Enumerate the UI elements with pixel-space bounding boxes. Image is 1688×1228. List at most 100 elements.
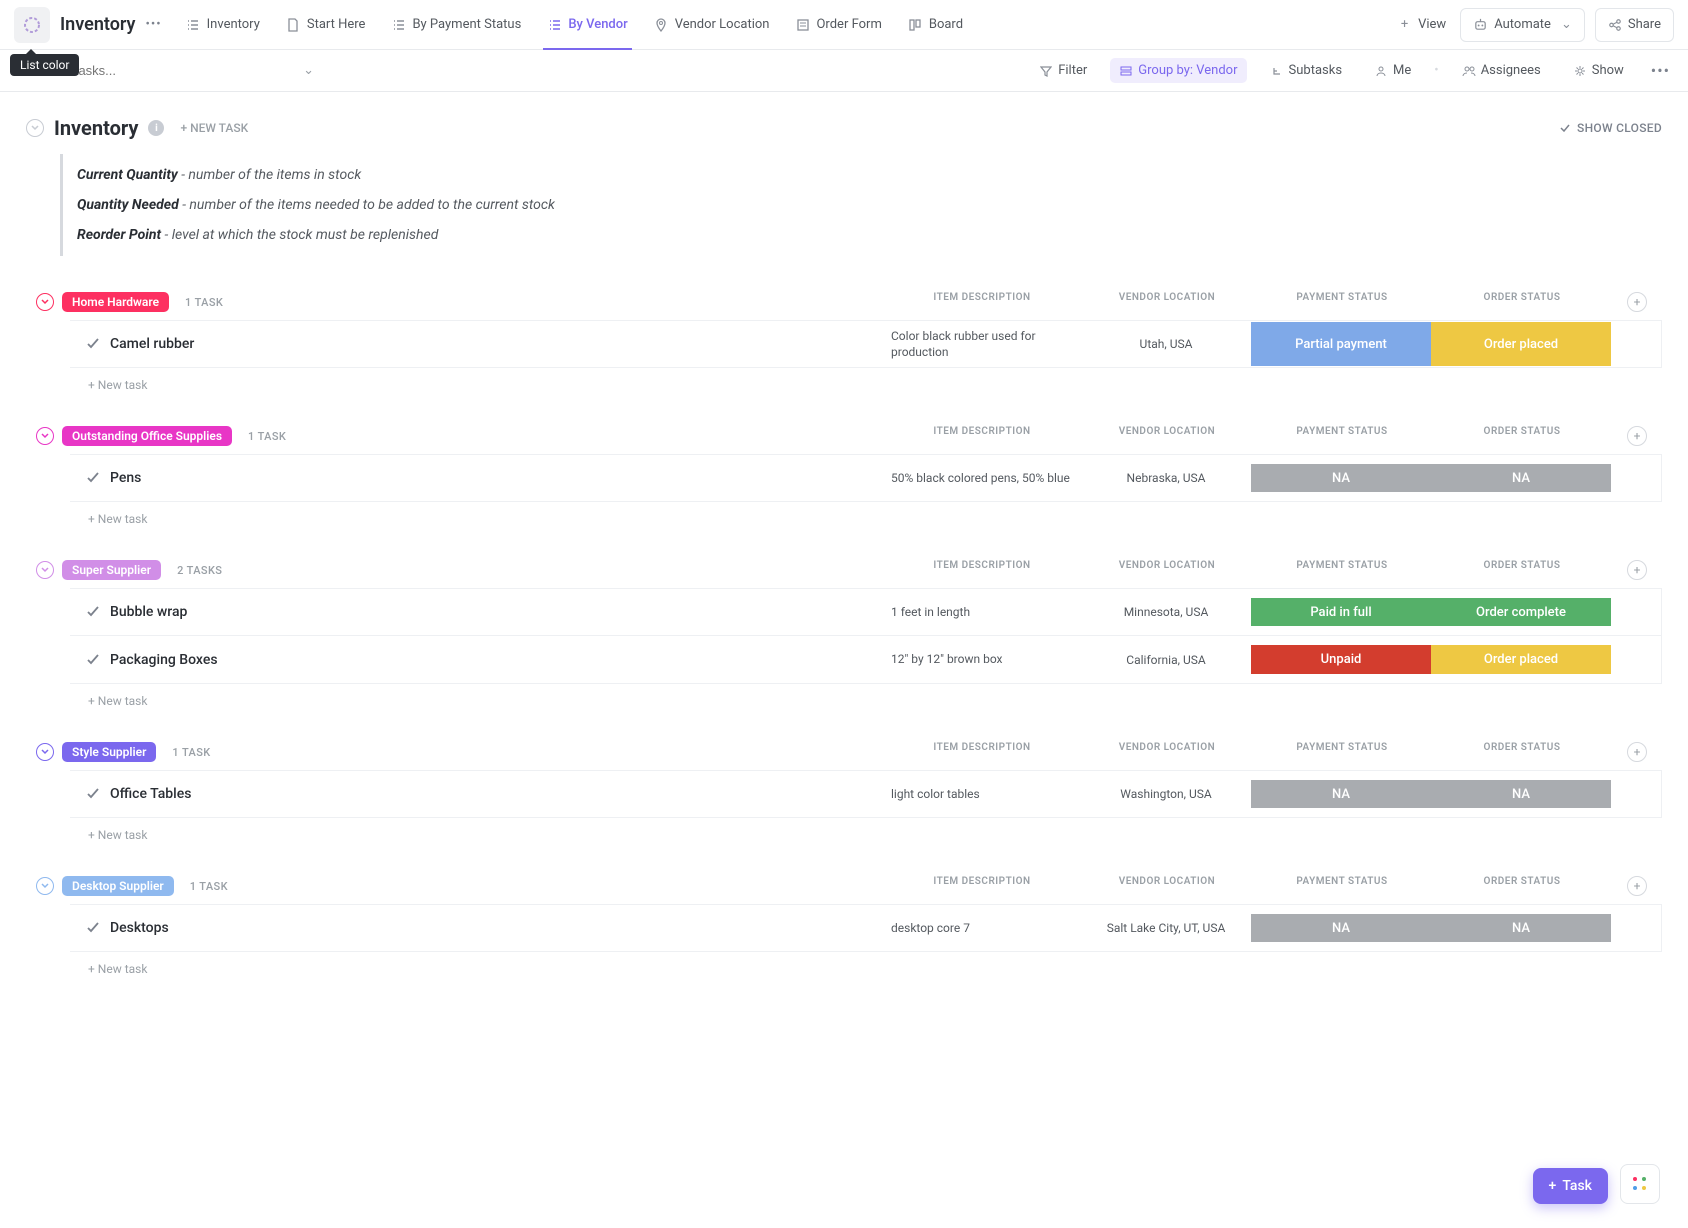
col-header-ord[interactable]: ORDER STATUS: [1432, 876, 1612, 896]
task-row[interactable]: Pens 50% black colored pens, 50% blue Ne…: [70, 454, 1662, 502]
view-tab-vendor-location[interactable]: Vendor Location: [642, 0, 782, 50]
group-name-pill[interactable]: Home Hardware: [62, 292, 169, 312]
assignees-button[interactable]: Assignees: [1453, 58, 1550, 83]
group-by-button[interactable]: Group by: Vendor: [1110, 58, 1246, 83]
col-header-loc[interactable]: VENDOR LOCATION: [1082, 560, 1252, 580]
group-name-pill[interactable]: Style Supplier: [62, 742, 156, 762]
search-input[interactable]: [64, 63, 224, 78]
list-more-button[interactable]: •••: [141, 13, 165, 36]
cell-payment-status[interactable]: NA: [1251, 914, 1431, 942]
cell-order-status[interactable]: Order complete: [1431, 598, 1611, 626]
cell-description[interactable]: light color tables: [881, 780, 1081, 808]
col-header-ord[interactable]: ORDER STATUS: [1432, 742, 1612, 762]
col-header-ord[interactable]: ORDER STATUS: [1432, 426, 1612, 446]
cell-location[interactable]: Washington, USA: [1081, 780, 1251, 808]
new-task-fab[interactable]: + Task: [1533, 1168, 1608, 1204]
cell-payment-status[interactable]: NA: [1251, 464, 1431, 492]
col-header-pay[interactable]: PAYMENT STATUS: [1252, 742, 1432, 762]
collapse-list-button[interactable]: [26, 119, 44, 137]
new-task-button[interactable]: + New task: [78, 952, 1662, 980]
task-row[interactable]: Office Tables light color tables Washing…: [70, 770, 1662, 818]
group-collapse-button[interactable]: [36, 293, 54, 311]
cell-location[interactable]: Salt Lake City, UT, USA: [1081, 914, 1251, 942]
cell-location[interactable]: Utah, USA: [1081, 322, 1251, 366]
cell-payment-status[interactable]: NA: [1251, 780, 1431, 808]
cell-order-status[interactable]: Order placed: [1431, 322, 1611, 366]
cell-description[interactable]: desktop core 7: [881, 914, 1081, 942]
view-tab-order-form[interactable]: Order Form: [783, 0, 893, 50]
cell-spacer: [1611, 914, 1661, 942]
add-column-button[interactable]: +: [1627, 426, 1647, 446]
cell-location[interactable]: Nebraska, USA: [1081, 464, 1251, 492]
cell-payment-status[interactable]: Paid in full: [1251, 598, 1431, 626]
view-tab-by-vendor[interactable]: By Vendor: [535, 0, 639, 50]
list-icon-box[interactable]: [14, 7, 50, 43]
cell-location[interactable]: Minnesota, USA: [1081, 598, 1251, 626]
col-header-desc[interactable]: ITEM DESCRIPTION: [882, 426, 1082, 446]
cell-payment-status[interactable]: Partial payment: [1251, 322, 1431, 366]
show-closed-button[interactable]: SHOW CLOSED: [1559, 121, 1662, 135]
group-collapse-button[interactable]: [36, 877, 54, 895]
toolbar-more-button[interactable]: •••: [1647, 57, 1674, 84]
group-name-pill[interactable]: Outstanding Office Supplies: [62, 426, 232, 446]
new-task-button[interactable]: + New task: [78, 368, 1662, 396]
new-task-button[interactable]: + New task: [78, 502, 1662, 530]
group-collapse-button[interactable]: [36, 743, 54, 761]
group-collapse-button[interactable]: [36, 427, 54, 445]
cell-description[interactable]: 50% black colored pens, 50% blue: [881, 464, 1081, 492]
new-task-button[interactable]: + New task: [78, 684, 1662, 712]
subtasks-button[interactable]: Subtasks: [1261, 58, 1352, 83]
filter-button[interactable]: Filter: [1030, 58, 1096, 83]
group-name-pill[interactable]: Desktop Supplier: [62, 876, 174, 896]
col-header-desc[interactable]: ITEM DESCRIPTION: [882, 742, 1082, 762]
chevron-down-icon[interactable]: ⌄: [303, 63, 314, 78]
add-column-button[interactable]: +: [1627, 876, 1647, 896]
col-header-desc[interactable]: ITEM DESCRIPTION: [882, 292, 1082, 312]
cell-order-status[interactable]: Order placed: [1431, 645, 1611, 673]
cell-payment-status[interactable]: Unpaid: [1251, 645, 1431, 673]
cell-order-status[interactable]: NA: [1431, 464, 1611, 492]
col-header-pay[interactable]: PAYMENT STATUS: [1252, 560, 1432, 580]
task-row[interactable]: Packaging Boxes 12" by 12" brown box Cal…: [70, 636, 1662, 684]
cell-description[interactable]: Color black rubber used for production: [881, 322, 1081, 366]
cell-order-status[interactable]: NA: [1431, 780, 1611, 808]
apps-fab[interactable]: [1620, 1164, 1660, 1204]
task-row[interactable]: Desktops desktop core 7 Salt Lake City, …: [70, 904, 1662, 952]
view-tab-board[interactable]: Board: [896, 0, 975, 50]
new-task-button[interactable]: + New task: [78, 818, 1662, 846]
add-column-button[interactable]: +: [1627, 742, 1647, 762]
col-header-ord[interactable]: ORDER STATUS: [1432, 560, 1612, 580]
col-header-loc[interactable]: VENDOR LOCATION: [1082, 876, 1252, 896]
col-header-desc[interactable]: ITEM DESCRIPTION: [882, 876, 1082, 896]
cell-description[interactable]: 1 feet in length: [881, 598, 1081, 626]
col-header-ord[interactable]: ORDER STATUS: [1432, 292, 1612, 312]
new-task-header-button[interactable]: + NEW TASK: [180, 121, 248, 135]
view-tab-inventory[interactable]: Inventory: [174, 0, 272, 50]
add-column-button[interactable]: +: [1627, 292, 1647, 312]
search-box[interactable]: ⌄: [64, 56, 314, 86]
me-button[interactable]: Me: [1365, 58, 1420, 83]
task-row[interactable]: Camel rubber Color black rubber used for…: [70, 320, 1662, 368]
add-view-button[interactable]: + View: [1385, 0, 1458, 50]
automate-button[interactable]: Automate ⌄: [1460, 8, 1585, 42]
group-name-pill[interactable]: Super Supplier: [62, 560, 161, 580]
cell-location[interactable]: California, USA: [1081, 645, 1251, 673]
view-tab-by-payment-status[interactable]: By Payment Status: [379, 0, 533, 50]
view-tab-start-here[interactable]: Start Here: [274, 0, 378, 50]
share-button[interactable]: Share: [1595, 8, 1674, 42]
col-header-pay[interactable]: PAYMENT STATUS: [1252, 876, 1432, 896]
col-header-loc[interactable]: VENDOR LOCATION: [1082, 292, 1252, 312]
group-collapse-button[interactable]: [36, 561, 54, 579]
col-header-pay[interactable]: PAYMENT STATUS: [1252, 426, 1432, 446]
col-header-pay[interactable]: PAYMENT STATUS: [1252, 292, 1432, 312]
group-task-count: 1 TASK: [185, 296, 223, 309]
col-header-desc[interactable]: ITEM DESCRIPTION: [882, 560, 1082, 580]
task-row[interactable]: Bubble wrap 1 feet in length Minnesota, …: [70, 588, 1662, 636]
cell-description[interactable]: 12" by 12" brown box: [881, 645, 1081, 673]
col-header-loc[interactable]: VENDOR LOCATION: [1082, 426, 1252, 446]
info-icon[interactable]: i: [148, 120, 164, 136]
cell-order-status[interactable]: NA: [1431, 914, 1611, 942]
add-column-button[interactable]: +: [1627, 560, 1647, 580]
col-header-loc[interactable]: VENDOR LOCATION: [1082, 742, 1252, 762]
show-button[interactable]: Show: [1564, 58, 1633, 83]
